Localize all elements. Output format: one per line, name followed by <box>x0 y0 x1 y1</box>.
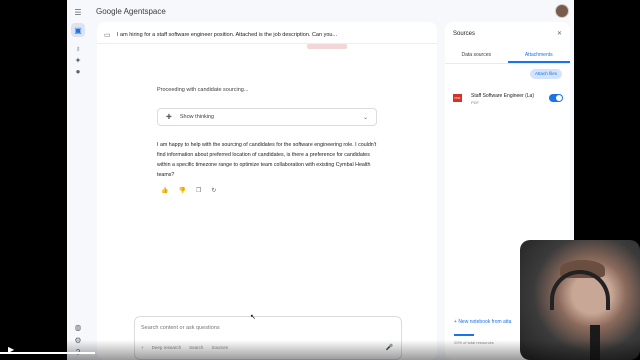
chat-icon[interactable]: ▣ <box>71 23 85 37</box>
new-notebook-link[interactable]: + New notebook from atta <box>454 319 511 325</box>
sources-title: Sources <box>453 31 476 37</box>
search-input[interactable] <box>141 325 381 331</box>
attachment-chip <box>307 44 347 49</box>
attach-files-button[interactable]: Attach files <box>529 69 562 79</box>
attachment-item[interactable]: PDF Staff Software Engineer (La) PDF <box>453 92 563 108</box>
assistant-answer: I am happy to help with the sourcing of … <box>157 142 377 178</box>
top-bar: Google Agentspace <box>89 0 574 22</box>
chevron-down-icon: ⌄ <box>362 114 368 121</box>
tab-data-sources[interactable]: Data sources <box>445 50 508 63</box>
copy-icon[interactable]: ❐ <box>196 187 201 194</box>
sources-tabs: Data sources Attachments <box>445 50 570 64</box>
refresh-icon[interactable]: ↻ <box>211 187 216 194</box>
attachment-toggle[interactable] <box>549 94 563 102</box>
thumbs-down-icon[interactable]: 👎 <box>178 187 185 194</box>
video-progress[interactable] <box>0 352 95 354</box>
answer-actions: 👍 👎 ❐ ↻ <box>161 187 216 194</box>
bottom-rail-icon[interactable]: ◍ <box>71 320 85 334</box>
menu-icon[interactable]: ☰ <box>71 5 85 19</box>
person-icon[interactable]: ● <box>71 64 85 78</box>
avatar[interactable] <box>555 4 569 18</box>
plus-icon: ✚ <box>166 114 172 121</box>
chat-panel: ▭ I am hiring for a staff software engin… <box>97 22 437 360</box>
thumbs-up-icon[interactable]: 👍 <box>161 187 168 194</box>
chat-bubble-icon: ▭ <box>104 31 111 39</box>
app-title: Google Agentspace <box>96 6 166 16</box>
agentspace-window: ☰ ▣ ♁ ✦ ● ◍ ⚙ ? Google Agentspace ▭ I am… <box>67 0 574 360</box>
video-controls <box>0 340 640 360</box>
show-thinking-label: Show thinking <box>179 114 215 120</box>
attachment-name: Staff Software Engineer (La) <box>471 93 534 99</box>
left-rail: ☰ ▣ ♁ ✦ ● ◍ ⚙ ? <box>67 0 89 360</box>
show-thinking-toggle[interactable]: ✚ Show thinking ⌄ <box>157 108 377 126</box>
status-text: Proceeding with candidate sourcing... <box>157 87 249 93</box>
close-icon[interactable]: ✕ <box>557 30 562 37</box>
pdf-icon: PDF <box>453 94 462 102</box>
tab-attachments[interactable]: Attachments <box>507 50 570 63</box>
play-icon[interactable]: ▶ <box>8 345 14 354</box>
mouse-cursor: ↖ <box>250 314 256 321</box>
chat-header: ▭ I am hiring for a staff software engin… <box>97 26 437 44</box>
usage-bar <box>454 334 474 336</box>
new-notebook-label: New notebook from atta <box>458 319 512 325</box>
chat-title: I am hiring for a staff software enginee… <box>117 31 338 38</box>
attachment-type: PDF <box>471 100 479 105</box>
